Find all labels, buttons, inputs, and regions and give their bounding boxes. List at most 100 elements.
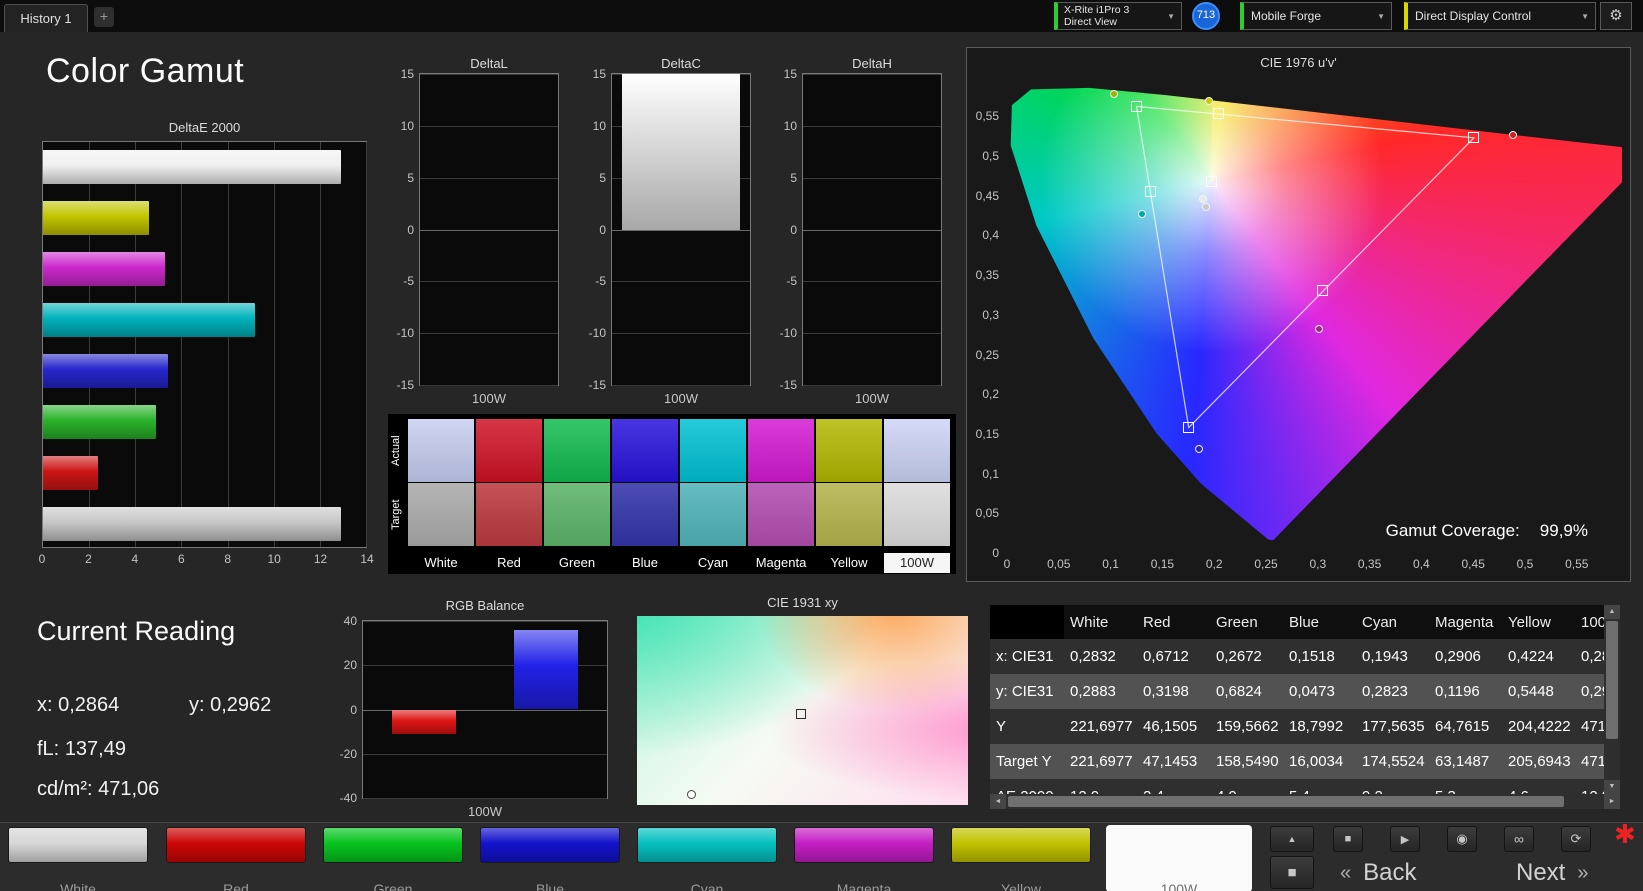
swatch-actual (408, 419, 474, 482)
stop-button[interactable]: ■ (1333, 826, 1363, 852)
y-tick-label: 0,25 (975, 347, 999, 362)
cie1931-title: CIE 1931 xy (767, 595, 838, 610)
swatch-actual (544, 419, 610, 482)
scroll-right-button[interactable]: ► (1604, 794, 1620, 809)
measured-marker (686, 789, 696, 799)
x-tick-label: 0,3 (1309, 557, 1327, 571)
column-header-magenta: Magenta (1435, 614, 1494, 631)
deltae2000-x-axis: 0 2 4 6 8 10 12 14 (39, 552, 374, 568)
patch-button-yellow[interactable] (951, 827, 1091, 863)
reading-y: y: 0,2962 (189, 694, 271, 717)
meter-badge[interactable]: 713 (1192, 2, 1220, 30)
scrollbar-thumb[interactable] (1606, 621, 1618, 739)
table-cell: 0,2672 (1216, 648, 1262, 665)
swatch-actual (748, 419, 814, 482)
record-button[interactable]: ◉ (1447, 826, 1477, 852)
patch-button-red[interactable] (166, 827, 306, 863)
y-tick-label: 0 (790, 222, 797, 237)
x-tick-label: 0,2 (1205, 557, 1223, 571)
patch-button-blue[interactable] (480, 827, 620, 863)
patch-label: Yellow (1001, 881, 1041, 891)
x-tick-label: 0,5 (1516, 557, 1534, 571)
table-horizontal-scrollbar[interactable]: ◄ ► (990, 794, 1620, 809)
gridline (227, 142, 229, 547)
chart-title: DeltaH (852, 56, 892, 71)
y-tick-label: -20 (339, 746, 357, 761)
alert-asterisk-icon[interactable]: ✱ (1614, 819, 1636, 850)
patch-button-100w[interactable]: 100W (1106, 825, 1252, 891)
row-label: x: CIE31 (996, 648, 1054, 665)
scroll-up-button[interactable]: ▲ (1604, 605, 1620, 619)
scroll-left-button[interactable]: ◄ (990, 794, 1006, 809)
row-label: ΔE 2000 (990, 779, 1064, 794)
table-cell: 5,4 (1283, 779, 1356, 794)
table-header-row: White Red Green Blue Cyan Magenta Yellow 100W (990, 605, 1604, 639)
gridline (420, 125, 558, 127)
source-dropdown[interactable]: Mobile Forge ▼ (1240, 2, 1392, 30)
scroll-down-button[interactable]: ▼ (1604, 780, 1620, 794)
y-tick-label: 0,05 (975, 506, 999, 521)
row-label: Target Y (996, 753, 1052, 770)
rgb-bar-blue (514, 629, 578, 710)
loop-button[interactable]: ∞ (1504, 826, 1534, 852)
table-cell: 0,1196 (1435, 683, 1480, 700)
table-cell: 4,9 (1210, 779, 1283, 794)
layout-button[interactable]: ■ (1270, 856, 1314, 889)
reading-x: x: 0,2864 (37, 694, 119, 717)
table-vertical-scrollbar[interactable]: ▲ ▼ (1604, 605, 1620, 794)
panel-up-button[interactable]: ▲ (1270, 826, 1314, 852)
table-cell: 46,1505 (1143, 718, 1198, 735)
chart-title: DeltaC (661, 56, 701, 71)
gamut-coverage-value: 99,9% (1539, 521, 1588, 540)
bottom-bar: White Red Green Blue Cyan Magenta Yellow 100W ▲… (0, 819, 1643, 891)
patch-button-cyan[interactable] (637, 827, 777, 863)
table-cell: 174,5524 (1362, 753, 1425, 770)
y-tick-label: 0,35 (975, 268, 999, 283)
meter-line2: Direct View (1064, 16, 1117, 28)
gamut-triangle (1135, 105, 1476, 429)
swatch-target (544, 483, 610, 546)
measured-red (1508, 130, 1517, 139)
meter-dropdown[interactable]: X-Rite i1Pro 3 Direct View ▼ (1054, 2, 1182, 30)
table-cell: 0,2864 (1581, 648, 1604, 665)
gridline (273, 142, 275, 547)
back-button[interactable]: « Back (1340, 855, 1416, 891)
target-row-label: Target (390, 499, 402, 530)
gridline (420, 74, 558, 75)
deltae2000-chart-title: DeltaE 2000 (168, 120, 241, 135)
y-tick-label: 0,2 (982, 387, 999, 402)
tab-history[interactable]: History 1 (4, 4, 88, 32)
patch-button-white[interactable] (8, 827, 148, 863)
table-cell: 221,6977 (1070, 718, 1133, 735)
table-cell: 0,6824 (1216, 683, 1262, 700)
back-label: Back (1363, 859, 1417, 886)
measured-blue (1194, 444, 1203, 453)
reading-fl-label: fL: (37, 738, 60, 760)
deltaC-chart: DeltaC 100W 15 10 5 0 -5 -10 -15 (589, 56, 751, 406)
play-button[interactable]: ▶ (1390, 826, 1420, 852)
deltaH-chart: DeltaH 100W 15 10 5 0 -5 -10 -15 (780, 56, 942, 406)
scrollbar-track[interactable] (1006, 794, 1604, 809)
measured-100w (1201, 202, 1210, 211)
display-control-dropdown[interactable]: Direct Display Control ▼ (1404, 2, 1596, 30)
y-tick-label: 0,3 (982, 307, 999, 322)
bar-yellow (43, 201, 150, 236)
table-cell: 4,6 (1502, 779, 1575, 794)
x-tick-label: 0,55 (1565, 557, 1589, 571)
y-tick-label: -40 (339, 791, 357, 805)
measured-magenta (1314, 325, 1323, 334)
y-tick-label: 15 (592, 67, 606, 81)
gridline (612, 385, 750, 386)
table-cell: 0,2832 (1070, 648, 1116, 665)
gear-icon[interactable]: ⚙ (1600, 2, 1632, 30)
swatch-target (408, 483, 474, 546)
gridline (420, 385, 558, 386)
next-button[interactable]: Next » (1516, 855, 1588, 891)
refresh-button[interactable]: ⟳ (1561, 826, 1591, 852)
scrollbar-thumb[interactable] (1008, 796, 1565, 807)
gridline (803, 125, 941, 127)
gridline (612, 281, 750, 283)
add-tab-button[interactable]: + (94, 7, 114, 27)
patch-button-magenta[interactable] (794, 827, 934, 863)
patch-button-green[interactable] (323, 827, 463, 863)
